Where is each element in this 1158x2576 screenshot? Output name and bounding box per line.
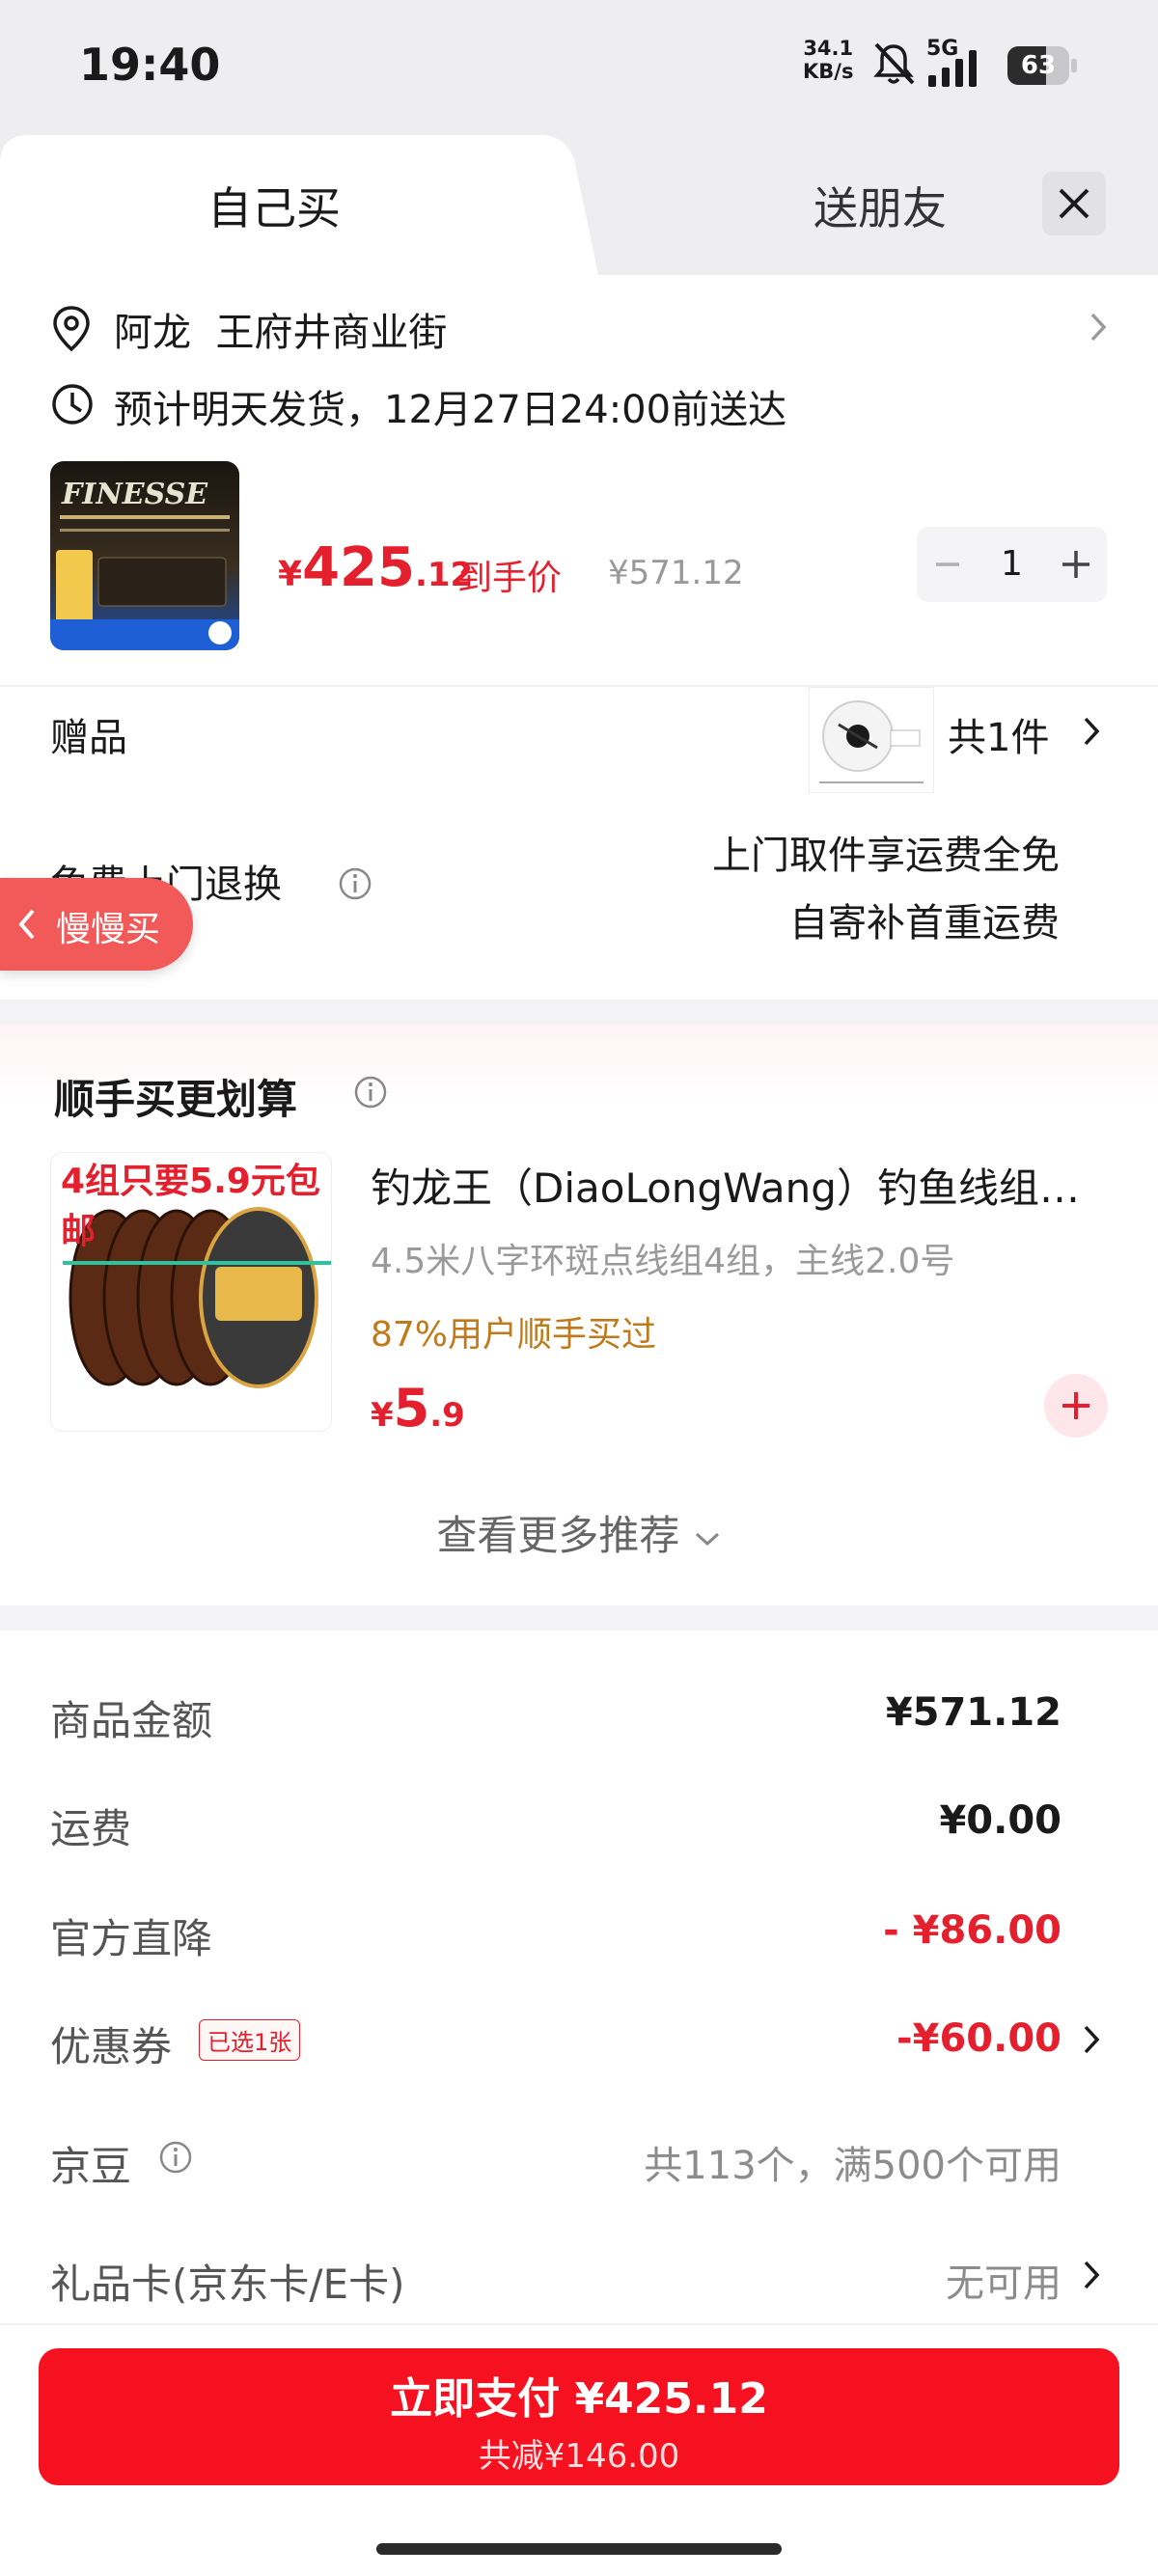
pay-now-button[interactable]: 立即支付 ¥425.12 共减¥146.00 (39, 2348, 1119, 2485)
tab-gift-friend[interactable]: 送朋友 (813, 174, 947, 237)
slow-buy-button[interactable]: 慢慢买 (0, 878, 193, 971)
info-icon[interactable] (158, 2140, 193, 2175)
address-name: 阿龙 (114, 311, 191, 355)
pay-saving-label: 共减¥146.00 (478, 2437, 680, 2476)
slow-buy-label: 慢慢买 (56, 910, 161, 949)
recommend-title: 顺手买更划算 (54, 1076, 298, 1123)
plus-icon (1062, 1392, 1089, 1419)
tab-self-buy-label[interactable]: 自己买 (207, 174, 341, 237)
recommend-product-name[interactable]: 钓龙王（DiaoLongWang）钓鱼线组线组成品鱼线 (371, 1156, 1104, 1215)
coupon-badge: 已选1张 (199, 2019, 301, 2061)
network-speed-value: 34.1 (803, 37, 854, 60)
signal-icon (928, 50, 977, 87)
giftcard-value[interactable]: 无可用 (946, 2252, 1062, 2308)
decrease-quantity-button[interactable] (917, 527, 979, 602)
divider (0, 685, 1158, 687)
recommend-bought-rate: 87%用户顺手买过 (371, 1315, 657, 1355)
goods-amount-label: 商品金额 (50, 1697, 213, 1744)
divider (0, 2323, 1158, 2325)
coupon-label: 优惠券 (50, 2023, 173, 2070)
address-line[interactable]: 阿龙 王府井商业街 (114, 301, 447, 357)
gift-count-label: 共1件 (948, 716, 1050, 760)
add-recommend-button[interactable] (1044, 1374, 1108, 1438)
close-button[interactable] (1042, 172, 1106, 235)
status-time: 19:40 (79, 39, 221, 91)
network-speed: 34.1 KB/s (803, 37, 853, 83)
recommend-promo-banner: 4组只要5.9元包邮 (61, 1162, 320, 1251)
increase-quantity-button[interactable] (1045, 527, 1107, 602)
free-return-pickup: 上门取件享运费全免 (712, 834, 1060, 878)
see-more-label: 查看更多推荐 (436, 1512, 680, 1559)
product-thumbnail[interactable]: FINESSE (50, 461, 239, 650)
battery-icon: 63 (1007, 46, 1079, 85)
battery-level: 63 (1020, 51, 1057, 80)
chevron-left-icon (18, 909, 35, 940)
official-cut-label: 官方直降 (50, 1915, 213, 1962)
network-speed-unit: KB/s (803, 60, 854, 83)
delivery-estimate: 预计明天发货，12月27日24:00前送达 (114, 388, 787, 432)
chevron-down-icon (695, 1532, 719, 1546)
chevron-right-icon[interactable] (1081, 2022, 1102, 2057)
free-return-selfsend: 自寄补首重运费 (789, 901, 1060, 945)
see-more-recommendations[interactable]: 查看更多推荐 (0, 1503, 1158, 1562)
product-price-currency: ¥ (278, 555, 303, 594)
chevron-right-icon[interactable] (1081, 714, 1102, 749)
info-icon[interactable] (353, 1075, 388, 1110)
chevron-right-icon[interactable] (1081, 2258, 1102, 2292)
recommend-price-currency: ¥ (371, 1396, 394, 1435)
pay-now-label: 立即支付 ¥425.12 (390, 2374, 768, 2424)
coupon-value[interactable]: -¥60.00 (896, 2016, 1062, 2061)
location-pin-icon (53, 306, 90, 352)
address-location: 王府井商业街 (215, 311, 448, 355)
recommend-price: ¥5.9 (371, 1378, 465, 1439)
original-price: ¥571.12 (608, 554, 744, 592)
recommend-product-spec: 4.5米八字环斑点线组4组，主线2.0号 (371, 1242, 955, 1281)
shipping-label: 运费 (50, 1805, 132, 1852)
recommend-price-integer: 5 (393, 1378, 430, 1439)
product-price: ¥425.12 (278, 536, 473, 599)
official-cut-value: - ¥86.00 (883, 1908, 1062, 1953)
jingdou-label: 京豆 (50, 2143, 132, 2190)
recommend-price-decimal: .9 (429, 1396, 465, 1435)
mute-icon (873, 42, 915, 85)
gift-thumbnail[interactable] (809, 687, 934, 793)
quantity-value[interactable]: 1 (979, 527, 1045, 602)
home-indicator[interactable] (376, 2543, 782, 2555)
quantity-stepper: 1 (917, 527, 1107, 602)
recommend-product-image[interactable]: 4组只要5.9元包邮 (50, 1152, 332, 1432)
price-tag-label: 到手价 (457, 559, 563, 598)
gift-count[interactable]: 共1件 (948, 706, 1049, 762)
info-icon[interactable] (338, 866, 372, 901)
product-price-integer: 425 (302, 536, 415, 599)
giftcard-label: 礼品卡(京东卡/E卡) (50, 2261, 405, 2308)
gift-label: 赠品 (50, 716, 127, 760)
close-icon (1059, 188, 1089, 219)
section-separator (0, 1000, 1158, 1025)
plus-icon (1062, 551, 1089, 578)
clock-icon (52, 384, 93, 425)
product-brand-text: FINESSE (61, 478, 208, 511)
section-separator (0, 1605, 1158, 1631)
chevron-right-icon[interactable] (1089, 311, 1108, 343)
goods-amount-value: ¥571.12 (885, 1690, 1062, 1735)
shipping-value: ¥0.00 (939, 1798, 1062, 1843)
minus-icon (936, 562, 959, 566)
jingdou-value: 共113个，满500个可用 (644, 2144, 1062, 2188)
